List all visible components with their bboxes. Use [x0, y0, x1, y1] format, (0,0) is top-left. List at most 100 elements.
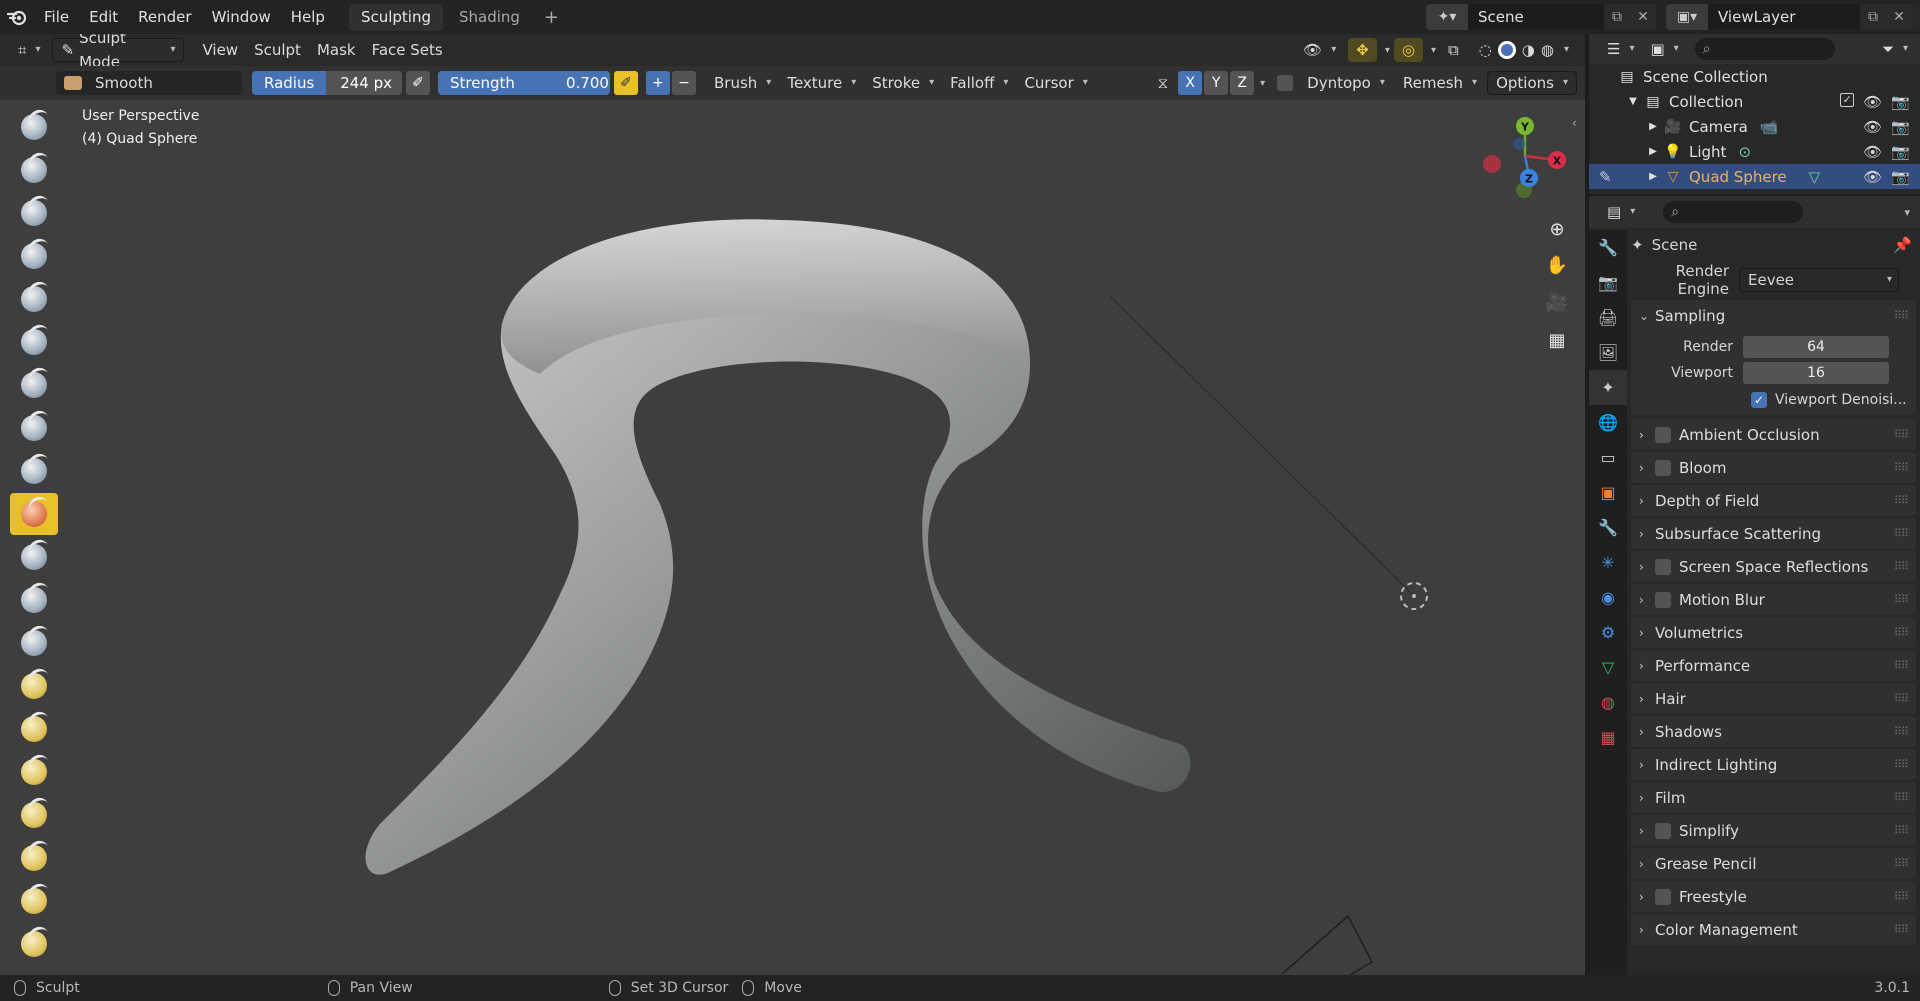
tool-elastic-deform[interactable]: [10, 794, 58, 836]
panel-subsurface-scattering[interactable]: › Subsurface Scattering ⠿⠿: [1631, 518, 1916, 549]
overlay-dropdown-icon[interactable]: ▾: [1431, 45, 1436, 56]
editor-type-button[interactable]: ⌗ ▾: [10, 38, 48, 62]
close-viewlayer-icon[interactable]: ✕: [1886, 4, 1912, 30]
drag-grip-icon[interactable]: ⠿⠿: [1894, 560, 1909, 573]
drag-grip-icon[interactable]: ⠿⠿: [1894, 923, 1909, 936]
tool-inflate[interactable]: [10, 364, 58, 406]
panel-enable-checkbox[interactable]: [1655, 888, 1671, 905]
solid-shading-icon[interactable]: [1497, 41, 1516, 59]
panel-color-management[interactable]: › Color Management ⠿⠿: [1631, 914, 1916, 945]
render-camera-icon[interactable]: 📷: [1891, 168, 1910, 186]
panel-grease-pencil[interactable]: › Grease Pencil ⠿⠿: [1631, 848, 1916, 879]
panel-enable-checkbox[interactable]: [1655, 591, 1671, 608]
pin-icon[interactable]: 📌: [1893, 236, 1912, 254]
render-samples-field[interactable]: 64: [1743, 336, 1889, 358]
panel-volumetrics[interactable]: › Volumetrics ⠿⠿: [1631, 617, 1916, 648]
panel-ambient-occlusion[interactable]: › Ambient Occlusion ⠿⠿: [1631, 419, 1916, 450]
gizmo-dropdown-icon[interactable]: ▾: [1385, 45, 1390, 56]
menu-sculpt[interactable]: Sculpt: [246, 38, 309, 62]
drag-grip-icon[interactable]: ⠿⠿: [1894, 890, 1909, 903]
expand-arrow-icon[interactable]: ▼: [1623, 96, 1643, 107]
drag-grip-icon[interactable]: ⠿⠿: [1894, 725, 1909, 738]
panel-indirect-lighting[interactable]: › Indirect Lighting ⠿⠿: [1631, 749, 1916, 780]
viewport-denoise-checkbox[interactable]: ✓: [1751, 392, 1767, 408]
texture-dropdown[interactable]: Texture ▾: [779, 71, 864, 95]
tool-clay-thumb[interactable]: [10, 278, 58, 320]
remesh-dropdown[interactable]: Remesh ▾: [1395, 71, 1485, 95]
constraints-tab-icon[interactable]: ⚙: [1589, 615, 1627, 650]
render-engine-dropdown[interactable]: Eevee ▾: [1739, 268, 1899, 292]
render-camera-icon[interactable]: 📷: [1891, 143, 1910, 161]
material-shading-icon[interactable]: ◑: [1522, 38, 1535, 62]
view-layer-tab-icon[interactable]: 🖼: [1589, 335, 1627, 370]
data-tab-icon[interactable]: ▽: [1589, 650, 1627, 685]
rendered-shading-icon[interactable]: ◍: [1541, 38, 1554, 62]
sampling-panel-header[interactable]: ⌄ Sampling ⠿⠿: [1631, 300, 1916, 331]
gizmo-toggle-icon[interactable]: ✥: [1348, 38, 1377, 62]
tool-thumb[interactable]: [10, 880, 58, 922]
panel-screen-space-reflections[interactable]: › Screen Space Reflections ⠿⠿: [1631, 551, 1916, 582]
drag-grip-icon[interactable]: ⠿⠿: [1894, 309, 1909, 322]
panel-simplify[interactable]: › Simplify ⠿⠿: [1631, 815, 1916, 846]
menu-window[interactable]: Window: [202, 4, 281, 30]
menu-mask[interactable]: Mask: [309, 38, 364, 62]
viewlayer-name-field[interactable]: ViewLayer: [1708, 4, 1860, 30]
physics-tab-icon[interactable]: ◉: [1589, 580, 1627, 615]
panel-bloom[interactable]: › Bloom ⠿⠿: [1631, 452, 1916, 483]
tool-draw-sharp[interactable]: [10, 149, 58, 191]
outliner-row-quad-sphere[interactable]: ✎ ▶ ▽ Quad Sphere ▽ 👁 📷: [1589, 164, 1920, 189]
expand-arrow-icon[interactable]: ▶: [1643, 146, 1663, 157]
add-workspace-button[interactable]: +: [532, 7, 571, 28]
tab-sculpting[interactable]: Sculpting: [348, 3, 443, 31]
exclude-checkbox[interactable]: ✓: [1840, 92, 1855, 107]
tool-blob[interactable]: [10, 407, 58, 449]
properties-options-icon[interactable]: ▾: [1904, 206, 1910, 219]
outliner-row-scene-collection[interactable]: ▤ Scene Collection: [1589, 64, 1920, 89]
tool-draw[interactable]: [10, 106, 58, 148]
menu-render[interactable]: Render: [128, 4, 201, 30]
tool-pinch[interactable]: [10, 708, 58, 750]
outliner-row-collection[interactable]: ▼ ▤ Collection ✓ 👁 📷: [1589, 89, 1920, 114]
symmetry-x-button[interactable]: X: [1178, 71, 1203, 95]
drag-grip-icon[interactable]: ⠿⠿: [1894, 428, 1909, 441]
menu-edit[interactable]: Edit: [79, 4, 128, 30]
tool-smooth[interactable]: [10, 493, 58, 535]
navigation-gizmo[interactable]: Y X Z: [1470, 112, 1580, 212]
tool-clay-strips[interactable]: [10, 235, 58, 277]
drag-grip-icon[interactable]: ⠿⠿: [1894, 791, 1909, 804]
drag-grip-icon[interactable]: ⠿⠿: [1894, 824, 1909, 837]
tab-shading[interactable]: Shading: [447, 4, 532, 31]
outliner-row-light[interactable]: ▶ 💡 Light ⊙ 👁 📷: [1589, 139, 1920, 164]
tool-crease[interactable]: [10, 450, 58, 492]
stroke-dropdown[interactable]: Stroke ▾: [864, 71, 942, 95]
panel-film[interactable]: › Film ⠿⠿: [1631, 782, 1916, 813]
shading-dropdown-icon[interactable]: ▾: [1564, 38, 1569, 62]
symmetry-y-button[interactable]: Y: [1204, 71, 1229, 95]
display-mode-icon[interactable]: ▣ ▾: [1642, 37, 1686, 61]
ortho-grid-icon[interactable]: ▦: [1542, 325, 1572, 355]
brush-dropdown[interactable]: Brush ▾: [706, 71, 779, 95]
mode-selector[interactable]: ✎ Sculpt Mode ▾: [52, 34, 185, 71]
close-scene-icon[interactable]: ✕: [1630, 4, 1656, 30]
drag-grip-icon[interactable]: ⠿⠿: [1894, 527, 1909, 540]
output-tab-icon[interactable]: 🖨: [1589, 300, 1627, 335]
camera-view-icon[interactable]: 🎥: [1542, 287, 1572, 317]
panel-freestyle[interactable]: › Freestyle ⠿⠿: [1631, 881, 1916, 912]
object-tab-icon[interactable]: ▣: [1589, 475, 1627, 510]
dyntopo-checkbox[interactable]: [1277, 75, 1294, 91]
collection-tab-icon[interactable]: ▭: [1589, 440, 1627, 475]
eye-icon[interactable]: 👁: [1863, 118, 1882, 136]
radius-pressure-icon[interactable]: ✐: [406, 71, 430, 95]
options-dropdown[interactable]: Options ▾: [1487, 71, 1577, 95]
tool-pose[interactable]: [10, 923, 58, 965]
tool-clay[interactable]: [10, 192, 58, 234]
viewport-samples-field[interactable]: 16: [1743, 362, 1889, 384]
drag-grip-icon[interactable]: ⠿⠿: [1894, 857, 1909, 870]
radius-slider[interactable]: Radius 244 px: [252, 71, 402, 95]
drag-grip-icon[interactable]: ⠿⠿: [1894, 494, 1909, 507]
visibility-icon[interactable]: 👁 ▾: [1295, 38, 1344, 62]
direction-add-button[interactable]: +: [646, 71, 670, 95]
drag-grip-icon[interactable]: ⠿⠿: [1894, 758, 1909, 771]
menu-file[interactable]: File: [34, 4, 79, 30]
zoom-icon[interactable]: ⊕: [1542, 214, 1572, 244]
